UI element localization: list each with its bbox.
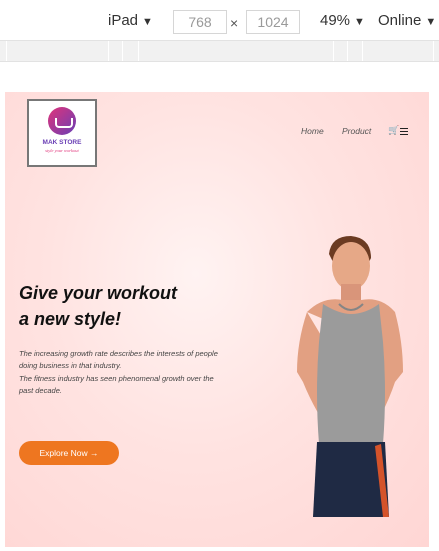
media-query-marker[interactable] bbox=[362, 41, 363, 61]
media-query-marker[interactable] bbox=[333, 41, 334, 61]
hero-paragraph-1: The increasing growth rate describes the… bbox=[19, 349, 218, 371]
zoom-dropdown-icon: ▼ bbox=[354, 16, 365, 28]
media-query-marker[interactable] bbox=[433, 41, 434, 61]
network-dropdown-icon: ▼ bbox=[425, 16, 437, 28]
logo-title: MAK STORE bbox=[42, 139, 82, 146]
width-input[interactable]: 768 bbox=[173, 10, 227, 34]
page-viewport: MAK STORE style your workout Home Produc… bbox=[5, 92, 429, 547]
network-label: Online bbox=[378, 12, 422, 29]
hamburger-menu-icon[interactable] bbox=[400, 128, 408, 135]
hero-title-line2: a new style! bbox=[19, 309, 122, 329]
media-query-marker[interactable] bbox=[138, 41, 139, 61]
media-query-marker[interactable] bbox=[122, 41, 123, 61]
fitness-model-image bbox=[297, 236, 403, 517]
hero-title: Give your workout a new style! bbox=[19, 280, 219, 332]
dimension-separator: × bbox=[230, 15, 239, 31]
hanger-icon bbox=[48, 107, 76, 135]
device-label: iPad bbox=[108, 12, 139, 29]
cart-icon[interactable]: 🛒 bbox=[388, 126, 399, 136]
media-query-marker[interactable] bbox=[108, 41, 109, 61]
hero-title-line1: Give your workout bbox=[19, 283, 178, 303]
devtools-device-toolbar: iPad ▼ 768 × 1024 49% ▼ Online ▼ bbox=[0, 0, 439, 40]
hero-paragraph-2: The fitness industry has seen phenomenal… bbox=[19, 373, 214, 395]
nav-product-link[interactable]: Product bbox=[342, 126, 371, 136]
store-logo[interactable]: MAK STORE style your workout bbox=[27, 99, 97, 167]
media-query-marker[interactable] bbox=[347, 41, 348, 61]
device-dropdown-icon: ▼ bbox=[142, 16, 153, 28]
logo-tagline: style your workout bbox=[45, 148, 79, 153]
zoom-selector[interactable]: 49% ▼ bbox=[320, 12, 365, 29]
media-query-marker[interactable] bbox=[6, 41, 7, 61]
nav-home-link[interactable]: Home bbox=[301, 126, 324, 136]
ruler-area bbox=[0, 62, 439, 92]
explore-now-button[interactable]: Explore Now → bbox=[19, 441, 119, 465]
hero-description: The increasing growth rate describes the… bbox=[19, 348, 224, 397]
media-query-bar[interactable] bbox=[0, 40, 439, 62]
network-throttle-selector[interactable]: Online ▼ bbox=[378, 12, 436, 29]
device-selector[interactable]: iPad ▼ bbox=[108, 12, 153, 29]
height-input[interactable]: 1024 bbox=[246, 10, 300, 34]
zoom-label: 49% bbox=[320, 12, 351, 29]
